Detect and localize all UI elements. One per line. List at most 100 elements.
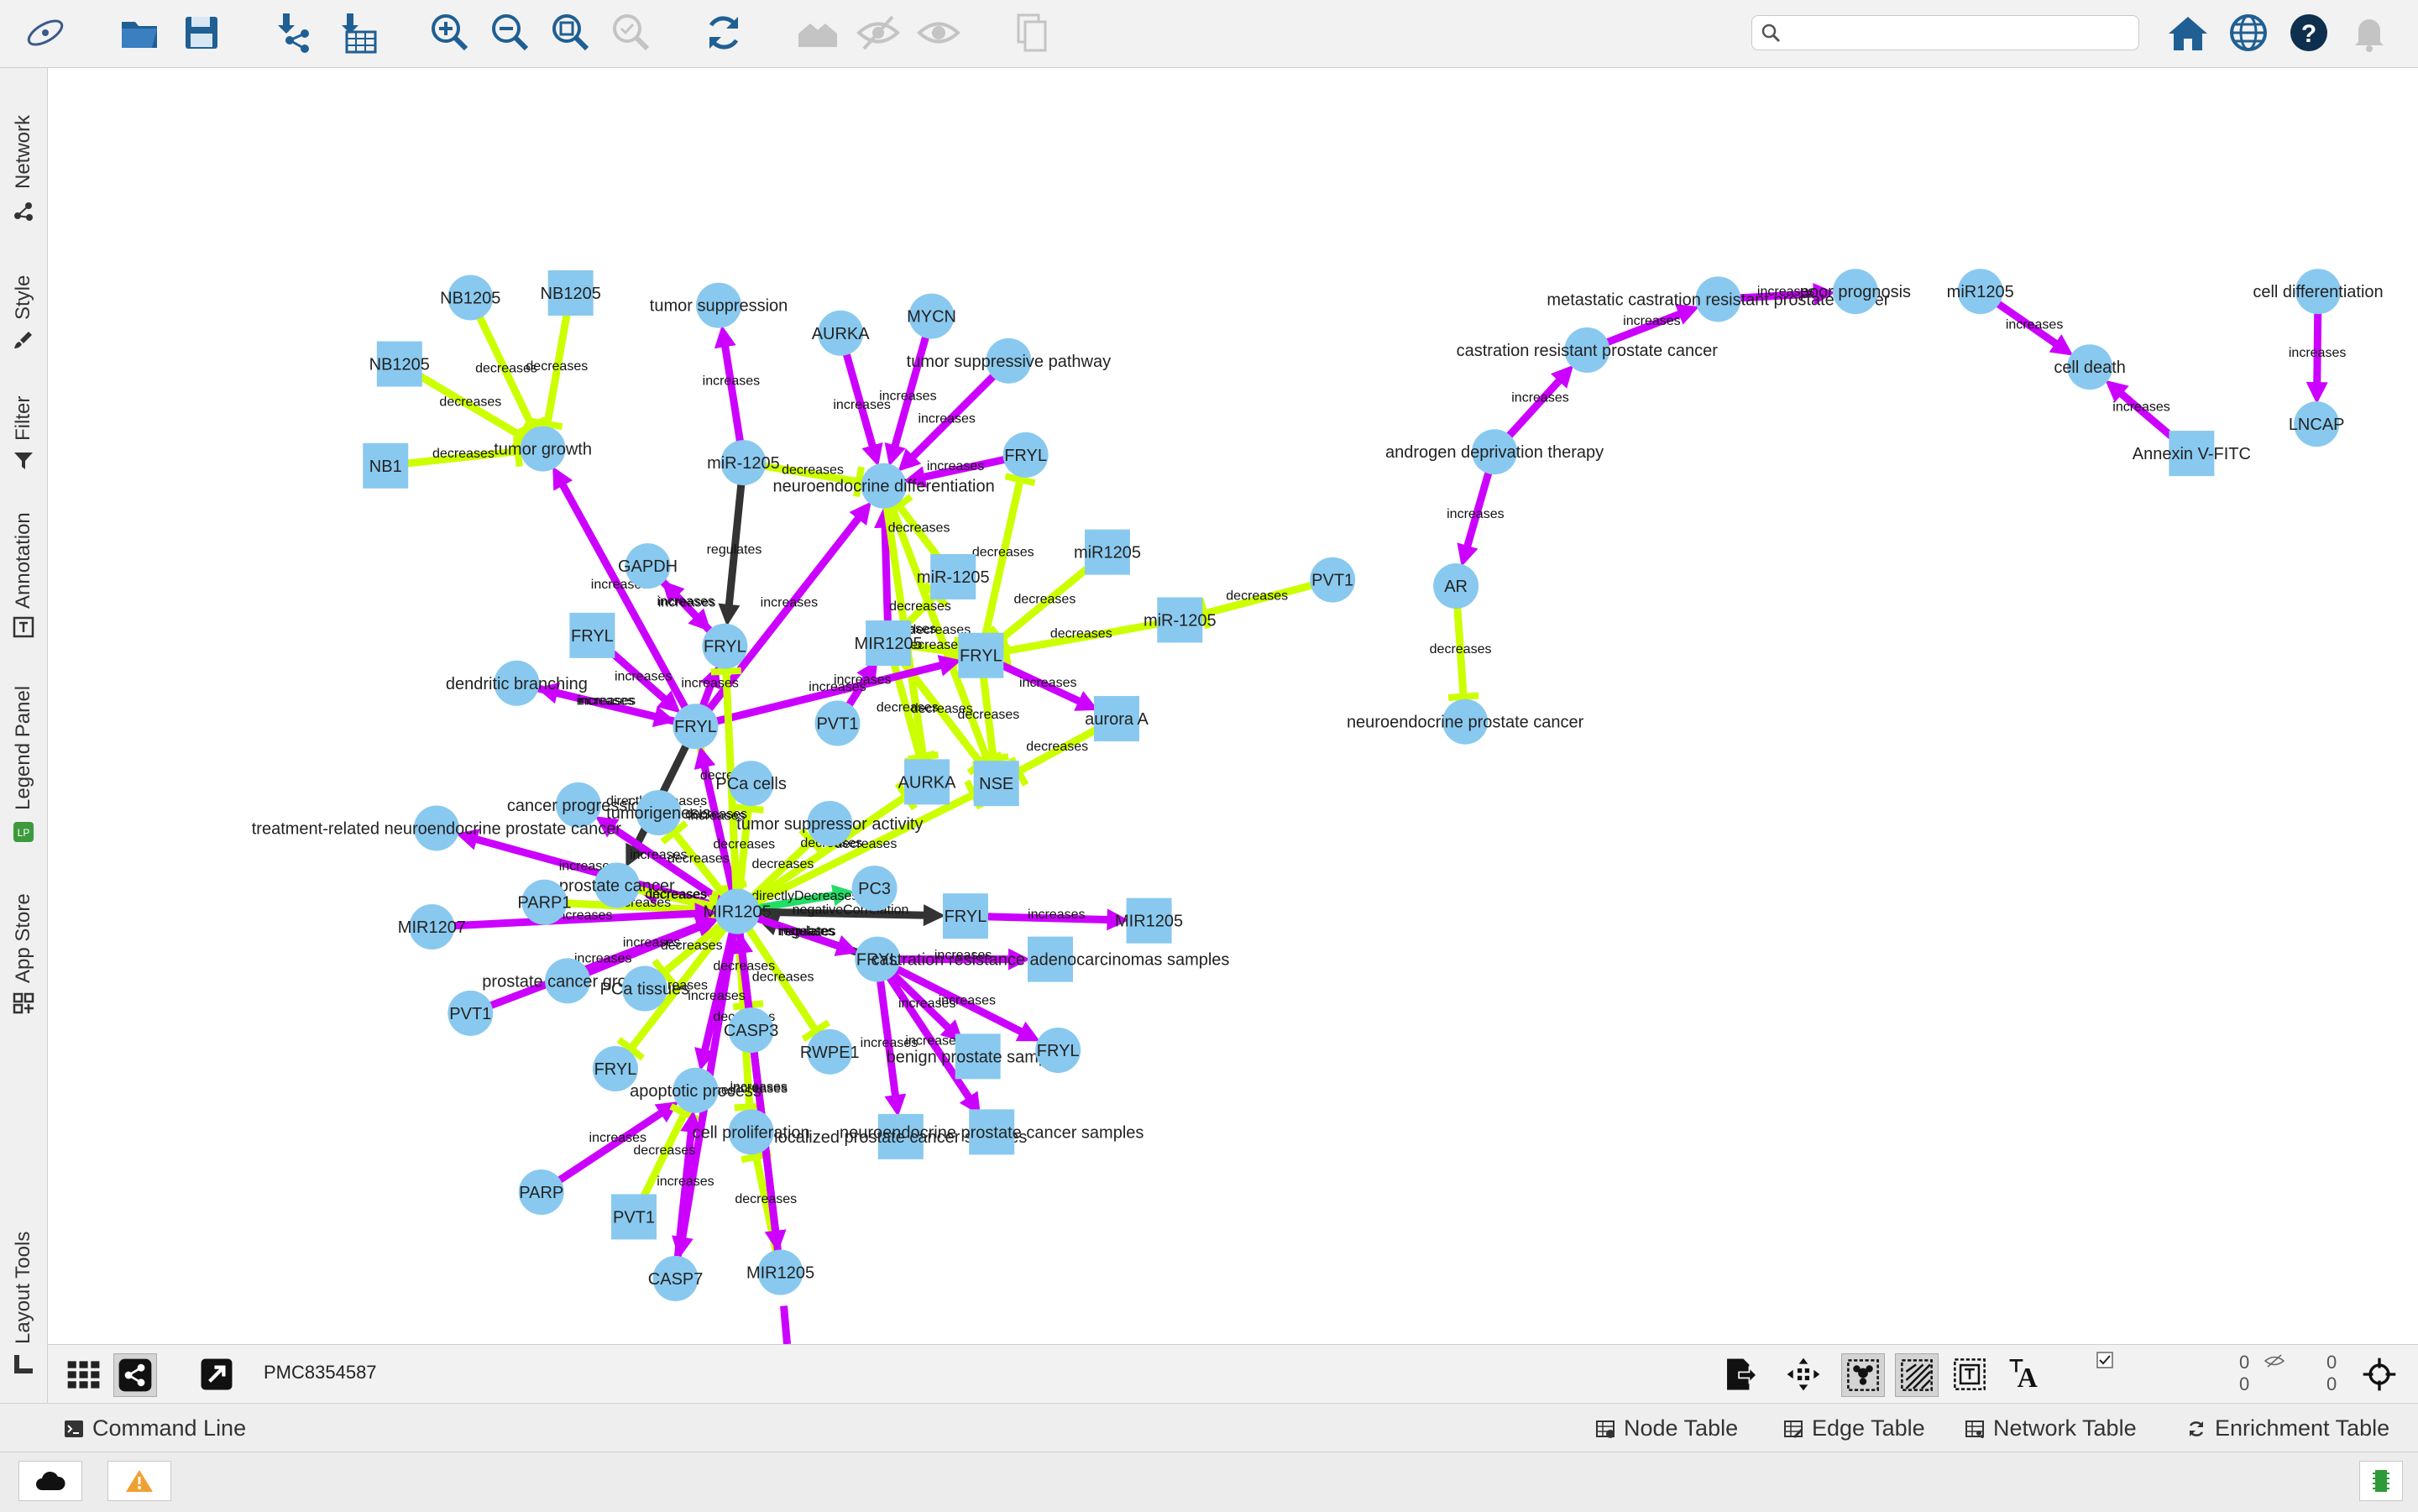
node-table-tab[interactable]: Node Table [1595, 1415, 1738, 1441]
network-node[interactable]: MIR1205 [1115, 897, 1183, 944]
edge-label: increases [658, 596, 715, 610]
tab-style[interactable]: Style [0, 236, 47, 350]
network-node[interactable]: FRYL [1002, 432, 1049, 478]
notification-bell-icon[interactable] [2342, 5, 2396, 60]
text-annotation-icon[interactable]: A [2004, 1353, 2046, 1395]
network-node[interactable]: aurora A [1085, 696, 1149, 742]
network-node[interactable]: NB1205 [369, 341, 430, 387]
network-node[interactable]: PCa cells [715, 761, 787, 807]
zoom-out-icon[interactable] [484, 5, 537, 60]
network-node[interactable]: AR [1433, 563, 1479, 610]
network-node[interactable]: PVT1 [1310, 557, 1356, 603]
node-label: FRYL [571, 627, 614, 646]
layout-icon[interactable] [1782, 1353, 1824, 1395]
zoom-selected-icon[interactable] [604, 5, 658, 60]
network-node[interactable]: MYCN [907, 293, 956, 339]
warning-button[interactable] [107, 1461, 171, 1501]
network-node[interactable]: PVT1 [611, 1194, 657, 1240]
network-node[interactable]: FRYL [673, 704, 719, 750]
network-graph[interactable]: decreasesdecreasesdecreasesdecreasesincr… [48, 68, 2418, 1344]
network-node[interactable]: castration resistant prostate cancer [1457, 327, 1719, 373]
import-network-icon[interactable] [267, 5, 321, 60]
network-node[interactable]: cell differentiation [2253, 269, 2384, 315]
edge-decreases[interactable] [981, 482, 1023, 639]
network-node[interactable]: miR-1205 [1144, 597, 1217, 643]
enrichment-table-tab[interactable]: Enrichment Table [2186, 1415, 2389, 1441]
navigator-icon[interactable] [2358, 1353, 2400, 1395]
network-node[interactable]: NSE [973, 761, 1019, 807]
network-node[interactable]: androgen deprivation therapy [1385, 429, 1604, 475]
network-table-tab[interactable]: Network Table [1965, 1415, 2137, 1441]
network-node[interactable]: PC3 [851, 866, 898, 912]
network-node[interactable]: Annexin V-FITC [2133, 431, 2251, 477]
edge-label: decreases [752, 970, 814, 984]
network-node[interactable]: FRYL [702, 623, 748, 669]
network-node[interactable]: NB1205 [440, 275, 500, 321]
network-node[interactable]: MIR1207 [398, 904, 466, 950]
grid-view-icon[interactable] [63, 1353, 105, 1395]
tab-annotation[interactable]: Annotation [0, 479, 47, 639]
network-node[interactable]: AURKA [898, 759, 957, 805]
network-node[interactable]: tumor growth [494, 426, 592, 472]
node-label: miR-1205 [1144, 611, 1217, 630]
selection-counts: 0 0 [2096, 1352, 2298, 1399]
refresh-icon[interactable] [697, 5, 751, 60]
search-input[interactable] [1789, 19, 2128, 48]
network-node[interactable]: miR-1205 [707, 440, 780, 486]
edge-label: decreases [972, 545, 1034, 559]
detach-view-icon[interactable] [196, 1353, 238, 1395]
show-icon[interactable] [912, 5, 966, 60]
network-node[interactable]: LNCAP [2289, 401, 2345, 447]
network-node[interactable]: neuroendocrine prostate cancer [1347, 698, 1584, 745]
tab-layout-tools[interactable]: Layout Tools [0, 1210, 47, 1374]
home-icon[interactable] [2161, 5, 2215, 60]
network-canvas[interactable]: decreases decreases decreases decreases incr… [48, 68, 2418, 1344]
network-node[interactable]: castration resistance adenocarcinomas sa… [871, 936, 1230, 982]
edge-offscreen[interactable] [780, 1305, 792, 1344]
network-node[interactable]: PVT1 [447, 990, 494, 1036]
network-view-toggle-icon[interactable] [113, 1353, 157, 1397]
network-node[interactable]: MIR1205 [746, 1249, 814, 1295]
network-node[interactable]: FRYL [942, 893, 988, 939]
network-node[interactable]: FRYL [958, 632, 1004, 678]
home-hide-icon[interactable] [791, 5, 845, 60]
cloud-button[interactable] [18, 1461, 82, 1501]
zoom-fit-icon[interactable] [544, 5, 598, 60]
edge-increases[interactable] [719, 332, 745, 446]
node-label: PARP1 [517, 894, 571, 913]
network-node[interactable]: AURKA [812, 310, 871, 356]
tab-filter[interactable]: Filter [0, 362, 47, 471]
node-label: MIR1205 [1115, 913, 1183, 931]
zoom-in-icon[interactable] [423, 5, 477, 60]
hide-icon[interactable] [851, 5, 905, 60]
globe-icon[interactable] [2222, 5, 2275, 60]
edge-label: increases [2289, 346, 2346, 360]
network-node[interactable]: tumor suppressive pathway [907, 337, 1111, 384]
command-line-tab[interactable]: Command Line [64, 1415, 246, 1441]
help-icon[interactable]: ? [2282, 5, 2336, 60]
edge-label: decreases [957, 708, 1019, 722]
export-image-icon[interactable] [1719, 1353, 1761, 1395]
import-table-icon[interactable] [331, 5, 385, 60]
select-nodes-icon[interactable] [1841, 1353, 1885, 1397]
select-annotations-icon[interactable] [1949, 1353, 1991, 1395]
open-folder-icon[interactable] [113, 5, 166, 60]
cytoscape-logo-icon[interactable] [18, 5, 72, 60]
network-node[interactable]: NB1205 [541, 270, 601, 317]
network-node[interactable]: PARP [518, 1169, 564, 1216]
save-icon[interactable] [175, 5, 228, 60]
tab-network[interactable]: Network [0, 85, 47, 221]
network-node[interactable]: FRYL [1035, 1027, 1081, 1073]
search-box[interactable] [1751, 15, 2139, 50]
tab-app-store[interactable]: App Store [0, 866, 47, 1014]
select-edges-icon[interactable] [1895, 1353, 1939, 1397]
network-node[interactable]: NB1 [363, 442, 409, 489]
network-node[interactable]: tumor suppression [650, 282, 788, 328]
memory-button[interactable] [2359, 1461, 2403, 1501]
network-node[interactable]: CASP7 [648, 1255, 704, 1301]
network-node[interactable]: PVT1 [814, 700, 861, 746]
tab-legend-panel[interactable]: LP Legend Panel [0, 656, 47, 842]
copy-icon[interactable] [1004, 5, 1058, 60]
edge-table-tab[interactable]: Edge Table [1783, 1415, 1925, 1441]
network-node[interactable]: FRYL [569, 612, 615, 658]
